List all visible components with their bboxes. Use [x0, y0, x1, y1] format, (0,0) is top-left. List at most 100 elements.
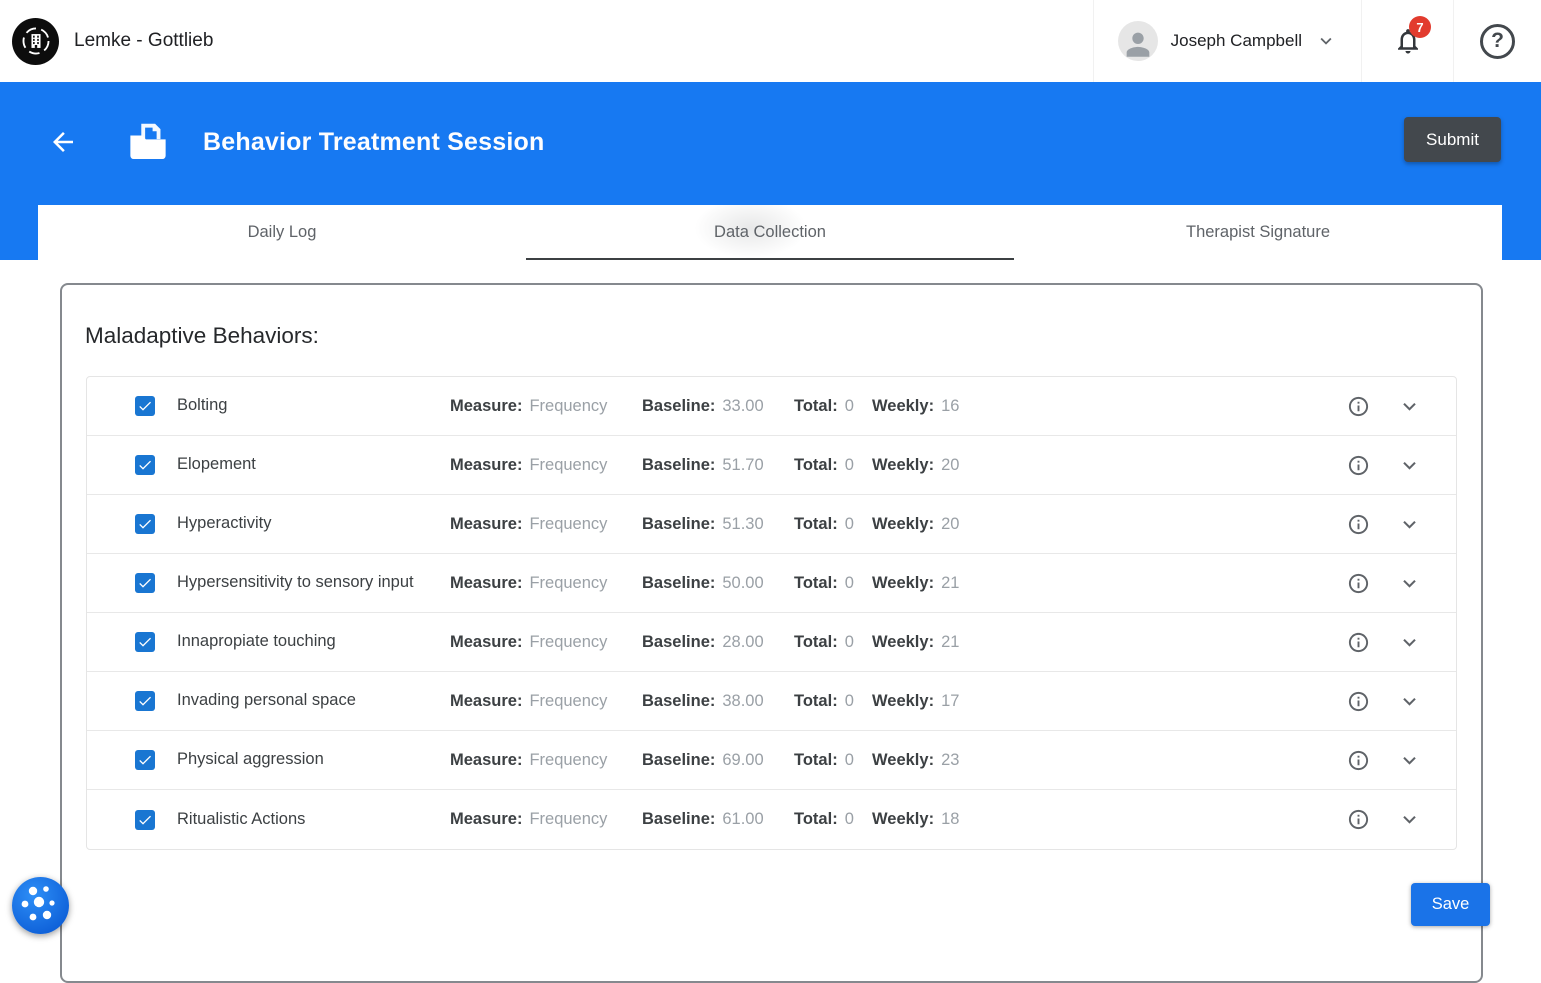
measure-value: Frequency — [529, 397, 607, 415]
chevron-down-icon — [1397, 807, 1422, 832]
info-button[interactable] — [1347, 690, 1370, 713]
row-checkbox[interactable] — [135, 632, 155, 652]
notification-badge: 7 — [1409, 16, 1431, 38]
row-checkbox[interactable] — [135, 691, 155, 711]
check-icon — [137, 398, 153, 414]
row-checkbox[interactable] — [135, 573, 155, 593]
baseline-metric: Baseline:38.00 — [642, 692, 794, 711]
section-title: Maladaptive Behaviors: — [62, 285, 1481, 349]
building-logo-icon — [20, 25, 52, 57]
total-value: 0 — [845, 692, 854, 710]
measure-label: Measure: — [450, 574, 522, 592]
expand-row-button[interactable] — [1397, 689, 1422, 714]
baseline-label: Baseline: — [642, 692, 715, 710]
info-icon — [1347, 513, 1370, 536]
info-button[interactable] — [1347, 572, 1370, 595]
weekly-value: 21 — [941, 633, 959, 651]
baseline-value: 50.00 — [722, 574, 763, 592]
expand-row-button[interactable] — [1397, 807, 1422, 832]
tab-daily-log[interactable]: Daily Log — [38, 205, 526, 260]
info-button[interactable] — [1347, 631, 1370, 654]
expand-row-button[interactable] — [1397, 630, 1422, 655]
total-value: 0 — [845, 810, 854, 828]
row-checkbox[interactable] — [135, 514, 155, 534]
info-button[interactable] — [1347, 454, 1370, 477]
weekly-metric: Weekly:17 — [872, 692, 976, 711]
chevron-down-icon — [1397, 453, 1422, 478]
info-button[interactable] — [1347, 749, 1370, 772]
behavior-row: Elopement Measure:Frequency Baseline:51.… — [87, 436, 1456, 495]
behavior-name: Ritualistic Actions — [177, 807, 450, 833]
expand-row-button[interactable] — [1397, 571, 1422, 596]
behavior-name: Bolting — [177, 393, 450, 419]
measure-value: Frequency — [529, 456, 607, 474]
weekly-value: 18 — [941, 810, 959, 828]
measure-label: Measure: — [450, 751, 522, 769]
behavior-row: Bolting Measure:Frequency Baseline:33.00… — [87, 377, 1456, 436]
avatar — [1118, 21, 1158, 61]
submit-button[interactable]: Submit — [1404, 117, 1501, 162]
dots-widget-icon — [12, 877, 69, 934]
total-label: Total: — [794, 692, 838, 710]
info-button[interactable] — [1347, 513, 1370, 536]
weekly-metric: Weekly: 23 — [872, 751, 976, 770]
weekly-metric: Weekly:20 — [872, 515, 976, 534]
weekly-value: 23 — [941, 751, 959, 769]
info-icon — [1347, 454, 1370, 477]
tab-data-collection[interactable]: Data Collection — [526, 205, 1014, 260]
row-metrics: Measure:Frequency Baseline:69.00 Total:0… — [450, 751, 976, 770]
expand-row-button[interactable] — [1397, 748, 1422, 773]
weekly-label: Weekly: — [872, 751, 934, 769]
total-metric: Total: 0 — [794, 692, 872, 711]
measure-value: Frequency — [529, 751, 607, 769]
row-checkbox[interactable] — [135, 810, 155, 830]
total-value: 0 — [845, 456, 854, 474]
page-title: Behavior Treatment Session — [203, 128, 544, 157]
user-menu[interactable]: Joseph Campbell — [1093, 0, 1361, 82]
measure-label: Measure: — [450, 633, 522, 651]
baseline-label: Baseline: — [642, 810, 715, 828]
save-button[interactable]: Save — [1411, 883, 1490, 926]
baseline-value: 51.70 — [722, 456, 763, 474]
behavior-list: Bolting Measure:Frequency Baseline:33.00… — [86, 376, 1457, 850]
total-metric: Total:0 — [794, 633, 872, 652]
widget-launcher-button[interactable] — [12, 877, 69, 934]
clinic-logo — [12, 18, 59, 65]
baseline-metric: Baseline:28.00 — [642, 633, 794, 652]
weekly-value: 21 — [941, 574, 959, 592]
behavior-row: Innapropiate touching Measure:Frequency … — [87, 613, 1456, 672]
expand-row-button[interactable] — [1397, 394, 1422, 419]
behavior-row: Ritualistic Actions Measure:Frequency Ba… — [87, 790, 1456, 849]
total-label: Total: — [794, 751, 838, 769]
measure-label: Measure: — [450, 515, 522, 533]
measure-metric: Measure:Frequency — [450, 810, 642, 829]
check-icon — [137, 457, 153, 473]
behavior-name: Invading personal space — [177, 688, 450, 714]
expand-row-button[interactable] — [1397, 453, 1422, 478]
row-checkbox[interactable] — [135, 396, 155, 416]
behavior-row: Physical aggression Measure: Frequency Ba… — [87, 731, 1456, 790]
total-value: 0 — [845, 397, 854, 415]
row-checkbox[interactable] — [135, 455, 155, 475]
total-value: 0 — [845, 751, 854, 769]
info-button[interactable] — [1347, 808, 1370, 831]
row-metrics: Measure:Frequency Baseline:38.00 Total:0… — [450, 692, 976, 711]
chevron-down-icon — [1397, 689, 1422, 714]
weekly-label: Weekly: — [872, 810, 934, 828]
row-checkbox[interactable] — [135, 750, 155, 770]
help-button[interactable]: ? — [1453, 0, 1541, 82]
clinic-name: Lemke - Gottlieb — [74, 30, 213, 52]
weekly-metric: Weekly:21 — [872, 574, 976, 593]
arrow-back-icon — [48, 127, 78, 157]
tab-therapist-signature[interactable]: Therapist Signature — [1014, 205, 1502, 260]
behavior-name: Physical aggression — [177, 747, 450, 773]
total-value: 0 — [845, 574, 854, 592]
back-button[interactable] — [45, 124, 81, 160]
info-button[interactable] — [1347, 395, 1370, 418]
notifications-button[interactable]: 7 — [1361, 0, 1453, 82]
expand-row-button[interactable] — [1397, 512, 1422, 537]
check-icon — [137, 812, 153, 828]
baseline-label: Baseline: — [642, 751, 715, 769]
total-label: Total: — [794, 574, 838, 592]
check-icon — [137, 693, 153, 709]
